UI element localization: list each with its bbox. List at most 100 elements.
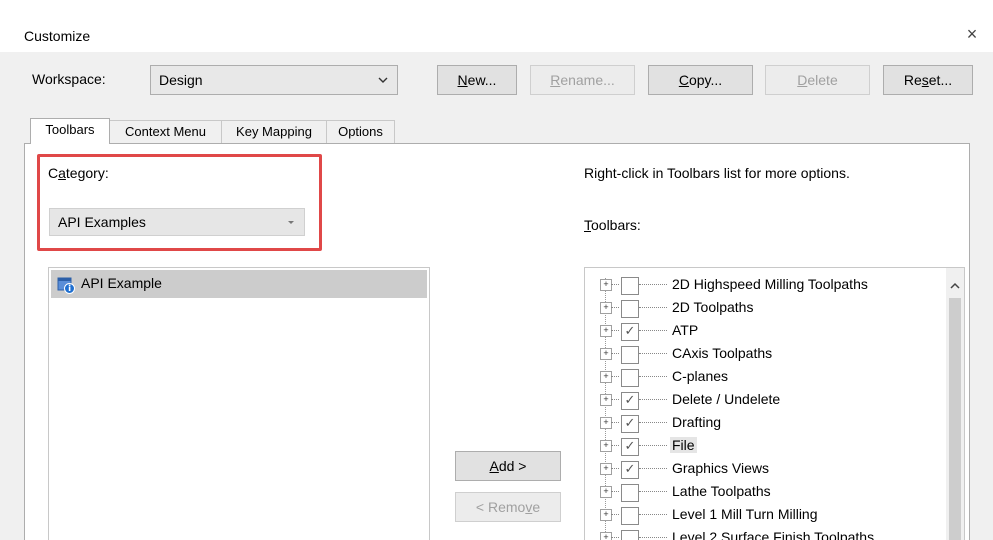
expand-icon[interactable]: + xyxy=(600,394,612,406)
tab-context-menu[interactable]: Context Menu xyxy=(109,120,222,144)
expand-icon[interactable]: + xyxy=(600,463,612,475)
expand-icon[interactable]: + xyxy=(600,417,612,429)
list-item[interactable]: API Example xyxy=(51,270,427,298)
toolbar-checkbox[interactable] xyxy=(621,277,639,295)
toolbar-name: Graphics Views xyxy=(672,460,770,476)
expand-icon[interactable]: + xyxy=(600,486,612,498)
toolbar-name: Level 2 Surface Finish Toolpaths xyxy=(672,529,875,540)
toolbar-name: 2D Highspeed Milling Toolpaths xyxy=(672,276,868,292)
command-list[interactable]: API Example xyxy=(48,267,430,540)
toolbar-name: CAxis Toolpaths xyxy=(672,345,773,361)
tree-connector xyxy=(611,537,619,538)
tree-connector xyxy=(611,376,619,377)
scrollbar[interactable] xyxy=(946,268,964,540)
toolbar-checkbox[interactable]: ✓ xyxy=(621,461,639,479)
tab-options[interactable]: Options xyxy=(326,120,395,144)
list-item-label: API Example xyxy=(81,275,162,291)
new-button[interactable]: New... xyxy=(437,65,517,95)
toolbar-checkbox[interactable]: ✓ xyxy=(621,392,639,410)
expand-icon[interactable]: + xyxy=(600,509,612,521)
tree-row[interactable]: + ✓ Delete / Undelete xyxy=(585,389,945,411)
tree-row[interactable]: + Lathe Toolpaths xyxy=(585,481,945,503)
tree-connector xyxy=(639,399,667,400)
expand-icon[interactable]: + xyxy=(600,371,612,383)
category-highlight xyxy=(37,154,322,251)
tree-row[interactable]: + Level 2 Surface Finish Toolpaths xyxy=(585,527,945,540)
tab-toolbars[interactable]: Toolbars xyxy=(30,118,110,144)
expand-icon[interactable]: + xyxy=(600,440,612,452)
toolbar-checkbox[interactable] xyxy=(621,484,639,502)
close-icon[interactable]: × xyxy=(962,24,982,45)
tree-connector xyxy=(611,399,619,400)
tree-connector xyxy=(639,284,667,285)
tree-connector xyxy=(611,284,619,285)
api-example-icon xyxy=(57,276,75,294)
tree-row[interactable]: + C-planes xyxy=(585,366,945,388)
tree-rows: +2D Highspeed Milling Toolpaths +2D Toolp… xyxy=(585,274,945,540)
toolbar-checkbox[interactable]: ✓ xyxy=(621,323,639,341)
tree-row[interactable]: + CAxis Toolpaths xyxy=(585,343,945,365)
tree-connector xyxy=(611,353,619,354)
tree-row[interactable]: + Level 1 Mill Turn Milling xyxy=(585,504,945,526)
toolbar-checkbox[interactable]: ✓ xyxy=(621,415,639,433)
tree-connector xyxy=(611,445,619,446)
toolbar-checkbox[interactable] xyxy=(621,530,639,540)
tree-connector xyxy=(611,468,619,469)
expand-icon[interactable]: + xyxy=(600,302,612,314)
tree-connector xyxy=(611,330,619,331)
expand-icon[interactable]: + xyxy=(600,348,612,360)
tree-connector xyxy=(639,307,667,308)
toolbar-name: ATP xyxy=(672,322,699,338)
toolbar-checkbox[interactable] xyxy=(621,507,639,525)
toolbar-name: Drafting xyxy=(672,414,722,430)
toolbar-checkbox[interactable] xyxy=(621,300,639,318)
remove-button[interactable]: < Remove xyxy=(455,492,561,522)
toolbar-name: File xyxy=(670,437,697,453)
tree-connector xyxy=(639,445,667,446)
tree-connector xyxy=(639,537,667,538)
title-bar xyxy=(0,0,993,52)
workspace-select[interactable]: Design xyxy=(150,65,398,95)
tree-connector xyxy=(639,330,667,331)
window-title: Customize xyxy=(24,28,91,44)
tree-connector xyxy=(611,307,619,308)
tree-connector xyxy=(611,422,619,423)
delete-button[interactable]: Delete xyxy=(765,65,870,95)
expand-icon[interactable]: + xyxy=(600,279,612,291)
expand-icon[interactable]: + xyxy=(600,325,612,337)
tree-row[interactable]: +2D Toolpaths xyxy=(585,297,945,319)
tree-row[interactable]: +2D Highspeed Milling Toolpaths xyxy=(585,274,945,296)
toolbar-checkbox[interactable] xyxy=(621,346,639,364)
chevron-down-icon xyxy=(377,70,389,93)
toolbar-name: C-planes xyxy=(672,368,729,384)
reset-button[interactable]: Reset... xyxy=(883,65,973,95)
toolbar-checkbox[interactable]: ✓ xyxy=(621,438,639,456)
tab-key-mapping[interactable]: Key Mapping xyxy=(221,120,327,144)
toolbar-name: Lathe Toolpaths xyxy=(672,483,771,499)
tree-row[interactable]: + ✓ Graphics Views xyxy=(585,458,945,480)
tree-connector xyxy=(639,514,667,515)
toolbar-name: 2D Toolpaths xyxy=(672,299,754,315)
toolbars-label: Toolbars: xyxy=(584,217,641,233)
tree-row[interactable]: + ✓ ATP xyxy=(585,320,945,342)
scroll-up-icon[interactable] xyxy=(949,278,961,294)
toolbar-name: Delete / Undelete xyxy=(672,391,781,407)
tree-connector xyxy=(611,514,619,515)
expand-icon[interactable]: + xyxy=(600,532,612,540)
tree-row[interactable]: + ✓ File xyxy=(585,435,945,457)
copy-button[interactable]: Copy... xyxy=(648,65,753,95)
tree-row[interactable]: + ✓ Drafting xyxy=(585,412,945,434)
toolbar-name: Level 1 Mill Turn Milling xyxy=(672,506,818,522)
tree-connector xyxy=(639,353,667,354)
toolbars-tree[interactable]: +2D Highspeed Milling Toolpaths +2D Toolp… xyxy=(584,267,965,540)
rename-button[interactable]: Rename... xyxy=(530,65,635,95)
hint-text: Right-click in Toolbars list for more op… xyxy=(584,165,850,181)
tree-connector xyxy=(639,468,667,469)
scroll-thumb[interactable] xyxy=(949,298,961,540)
workspace-label: Workspace: xyxy=(32,71,106,87)
tree-connector xyxy=(611,491,619,492)
tree-connector xyxy=(639,491,667,492)
add-button[interactable]: Add > xyxy=(455,451,561,481)
toolbar-checkbox[interactable] xyxy=(621,369,639,387)
tree-connector xyxy=(639,422,667,423)
